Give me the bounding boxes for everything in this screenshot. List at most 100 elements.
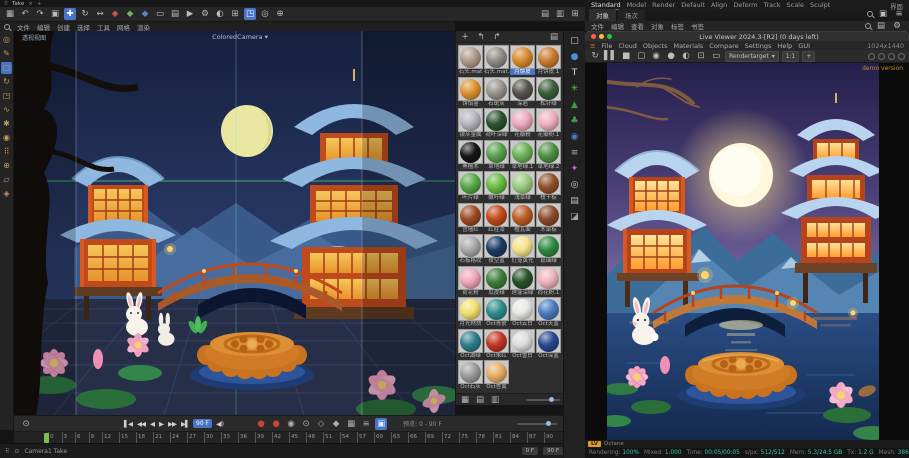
layout-tab[interactable]: Sculpt [810, 1, 830, 10]
menu-item[interactable]: Help [777, 42, 792, 50]
material-thumbnail[interactable] [536, 234, 561, 258]
menu-item[interactable]: 对象 [651, 21, 664, 31]
material-thumbnail[interactable] [510, 77, 535, 101]
manager-tab[interactable]: 场次 [618, 9, 645, 21]
menu-item[interactable]: Materials [673, 42, 703, 50]
tool-icon[interactable]: ▱ [1, 174, 12, 186]
round-toggle-button[interactable] [878, 53, 885, 60]
plugin-icon[interactable]: T [569, 67, 581, 79]
view-mode-icon[interactable]: ▤ [474, 394, 486, 406]
menu-item[interactable]: 创建 [57, 22, 70, 32]
plugin-icon[interactable]: ◉ [569, 131, 581, 143]
minimize-window-icon[interactable] [599, 34, 604, 39]
key-icon[interactable]: ◉ [285, 418, 297, 430]
material-thumbnail[interactable] [458, 108, 483, 132]
plugin-icon[interactable]: ● [569, 51, 581, 63]
menu-item[interactable]: Compare [709, 42, 739, 50]
rendertarget-dropdown[interactable]: Rendertarget▾ [725, 51, 779, 62]
transport-button[interactable]: ◀◀ [135, 419, 147, 429]
material-item[interactable]: 月饼皮.1 [536, 45, 561, 76]
transport-button[interactable]: ▶▶ [166, 419, 178, 429]
sound-icon[interactable]: ◀)) [214, 419, 225, 429]
material-item[interactable]: 石斑灰 [484, 77, 509, 108]
material-thumbnail[interactable] [536, 329, 561, 353]
plugin-icon[interactable]: ✦ [569, 163, 581, 175]
material-item[interactable]: 浅草绿 [510, 171, 535, 202]
menu-item[interactable]: 文件 [591, 21, 604, 31]
menu-item[interactable]: 文件 [17, 22, 30, 32]
transport-button[interactable]: ▶ [157, 419, 165, 429]
material-thumbnail[interactable] [536, 108, 561, 132]
plugin-icon[interactable]: ✳ [569, 83, 581, 95]
render-tool-icon[interactable]: ▌▌ [604, 50, 617, 62]
take-tab[interactable]: Take [12, 1, 24, 7]
octane-badge[interactable]: LV [588, 441, 601, 447]
material-item[interactable]: 石头.mat.1 [484, 45, 509, 76]
toolbar-icon[interactable]: ⊕ [274, 8, 286, 20]
zoom-level-dropdown[interactable]: 1:1 [782, 51, 800, 62]
material-thumbnail[interactable] [510, 234, 535, 258]
material-tool-icon[interactable]: ↰ [475, 31, 487, 43]
layout-tab[interactable]: Align [711, 1, 727, 10]
tool-icon[interactable]: ▢ [1, 62, 12, 74]
material-thumbnail[interactable] [458, 297, 483, 321]
material-thumbnail[interactable] [458, 171, 483, 195]
material-thumbnail[interactable] [484, 203, 509, 227]
maximize-window-icon[interactable] [607, 34, 612, 39]
material-thumbnail[interactable] [536, 171, 561, 195]
material-item[interactable]: 嫩叶绿 [484, 171, 509, 202]
layout-icon[interactable]: ⊞ [569, 8, 581, 20]
material-tool-icon[interactable]: ↱ [491, 31, 503, 43]
material-thumbnail[interactable] [484, 171, 509, 195]
material-thumbnail[interactable] [484, 108, 509, 132]
material-thumbnail[interactable] [458, 203, 483, 227]
playhead[interactable] [44, 433, 49, 443]
material-item[interactable]: 叶片绿 [458, 171, 483, 202]
material-item[interactable]: 荷叶深绿 [484, 108, 509, 139]
transport-button[interactable]: ▶▌ [179, 419, 191, 429]
material-thumbnail[interactable] [484, 360, 509, 384]
layout-tab[interactable]: Track [763, 1, 780, 10]
toolbar-icon[interactable]: ↶ [19, 8, 31, 20]
material-item[interactable]: 月光材质 [458, 297, 483, 328]
toolbar-icon[interactable]: ↔ [94, 8, 106, 20]
toolbar-icon[interactable]: ▦ [4, 8, 16, 20]
tool-icon[interactable]: ⠿ [1, 146, 12, 158]
tool-icon[interactable]: ◉ [1, 132, 12, 144]
render-tool-icon[interactable]: ◐ [680, 50, 692, 62]
material-item[interactable]: 黑檀木 [458, 140, 483, 171]
plugin-icon[interactable]: ▲ [569, 99, 581, 111]
toolbar-icon[interactable]: ▣ [49, 8, 61, 20]
key-icon[interactable]: ◇ [315, 418, 327, 430]
toolbar-icon[interactable]: ▤ [169, 8, 181, 20]
transport-button[interactable]: ◀ [148, 419, 156, 429]
material-thumbnail[interactable] [484, 329, 509, 353]
material-item[interactable]: 木梁棕 [536, 203, 561, 234]
menu-item[interactable]: GUI [798, 42, 810, 50]
close-window-icon[interactable] [591, 34, 596, 39]
material-item[interactable]: 琉璃绿 [536, 234, 561, 265]
viewport-canvas[interactable] [14, 31, 455, 415]
material-thumbnail[interactable] [510, 297, 535, 321]
material-thumbnail[interactable] [536, 77, 561, 101]
timeline-ruler[interactable]: 0369121518212427303336394245485154576063… [14, 431, 563, 443]
plugin-icon[interactable]: ♣ [569, 115, 581, 127]
render-tool-icon[interactable]: ▢ [635, 50, 647, 62]
material-thumbnail[interactable] [458, 329, 483, 353]
material-item[interactable]: 石头.mat [458, 45, 483, 76]
material-item[interactable]: 枝干棕 [536, 171, 561, 202]
transport-button[interactable]: ▌◀ [122, 419, 134, 429]
material-item[interactable]: 草地绿 [484, 140, 509, 171]
layout-tab[interactable]: Render [652, 1, 675, 10]
tool-icon[interactable]: ✎ [1, 48, 12, 60]
material-thumbnail[interactable] [458, 360, 483, 384]
menu-item[interactable]: 查看 [631, 21, 644, 31]
material-item[interactable]: 石板格纹 [458, 234, 483, 265]
toolbar-icon[interactable]: ▶ [184, 8, 196, 20]
render-tool-icon[interactable]: ⊡ [695, 50, 707, 62]
render-tool-icon[interactable]: ◉ [650, 50, 662, 62]
key-icon[interactable]: ● [270, 418, 282, 430]
material-item[interactable]: 灯笼黄光 [510, 234, 535, 265]
key-icon[interactable]: ≡ [360, 418, 372, 430]
toolbar-icon[interactable]: ▭ [154, 8, 166, 20]
